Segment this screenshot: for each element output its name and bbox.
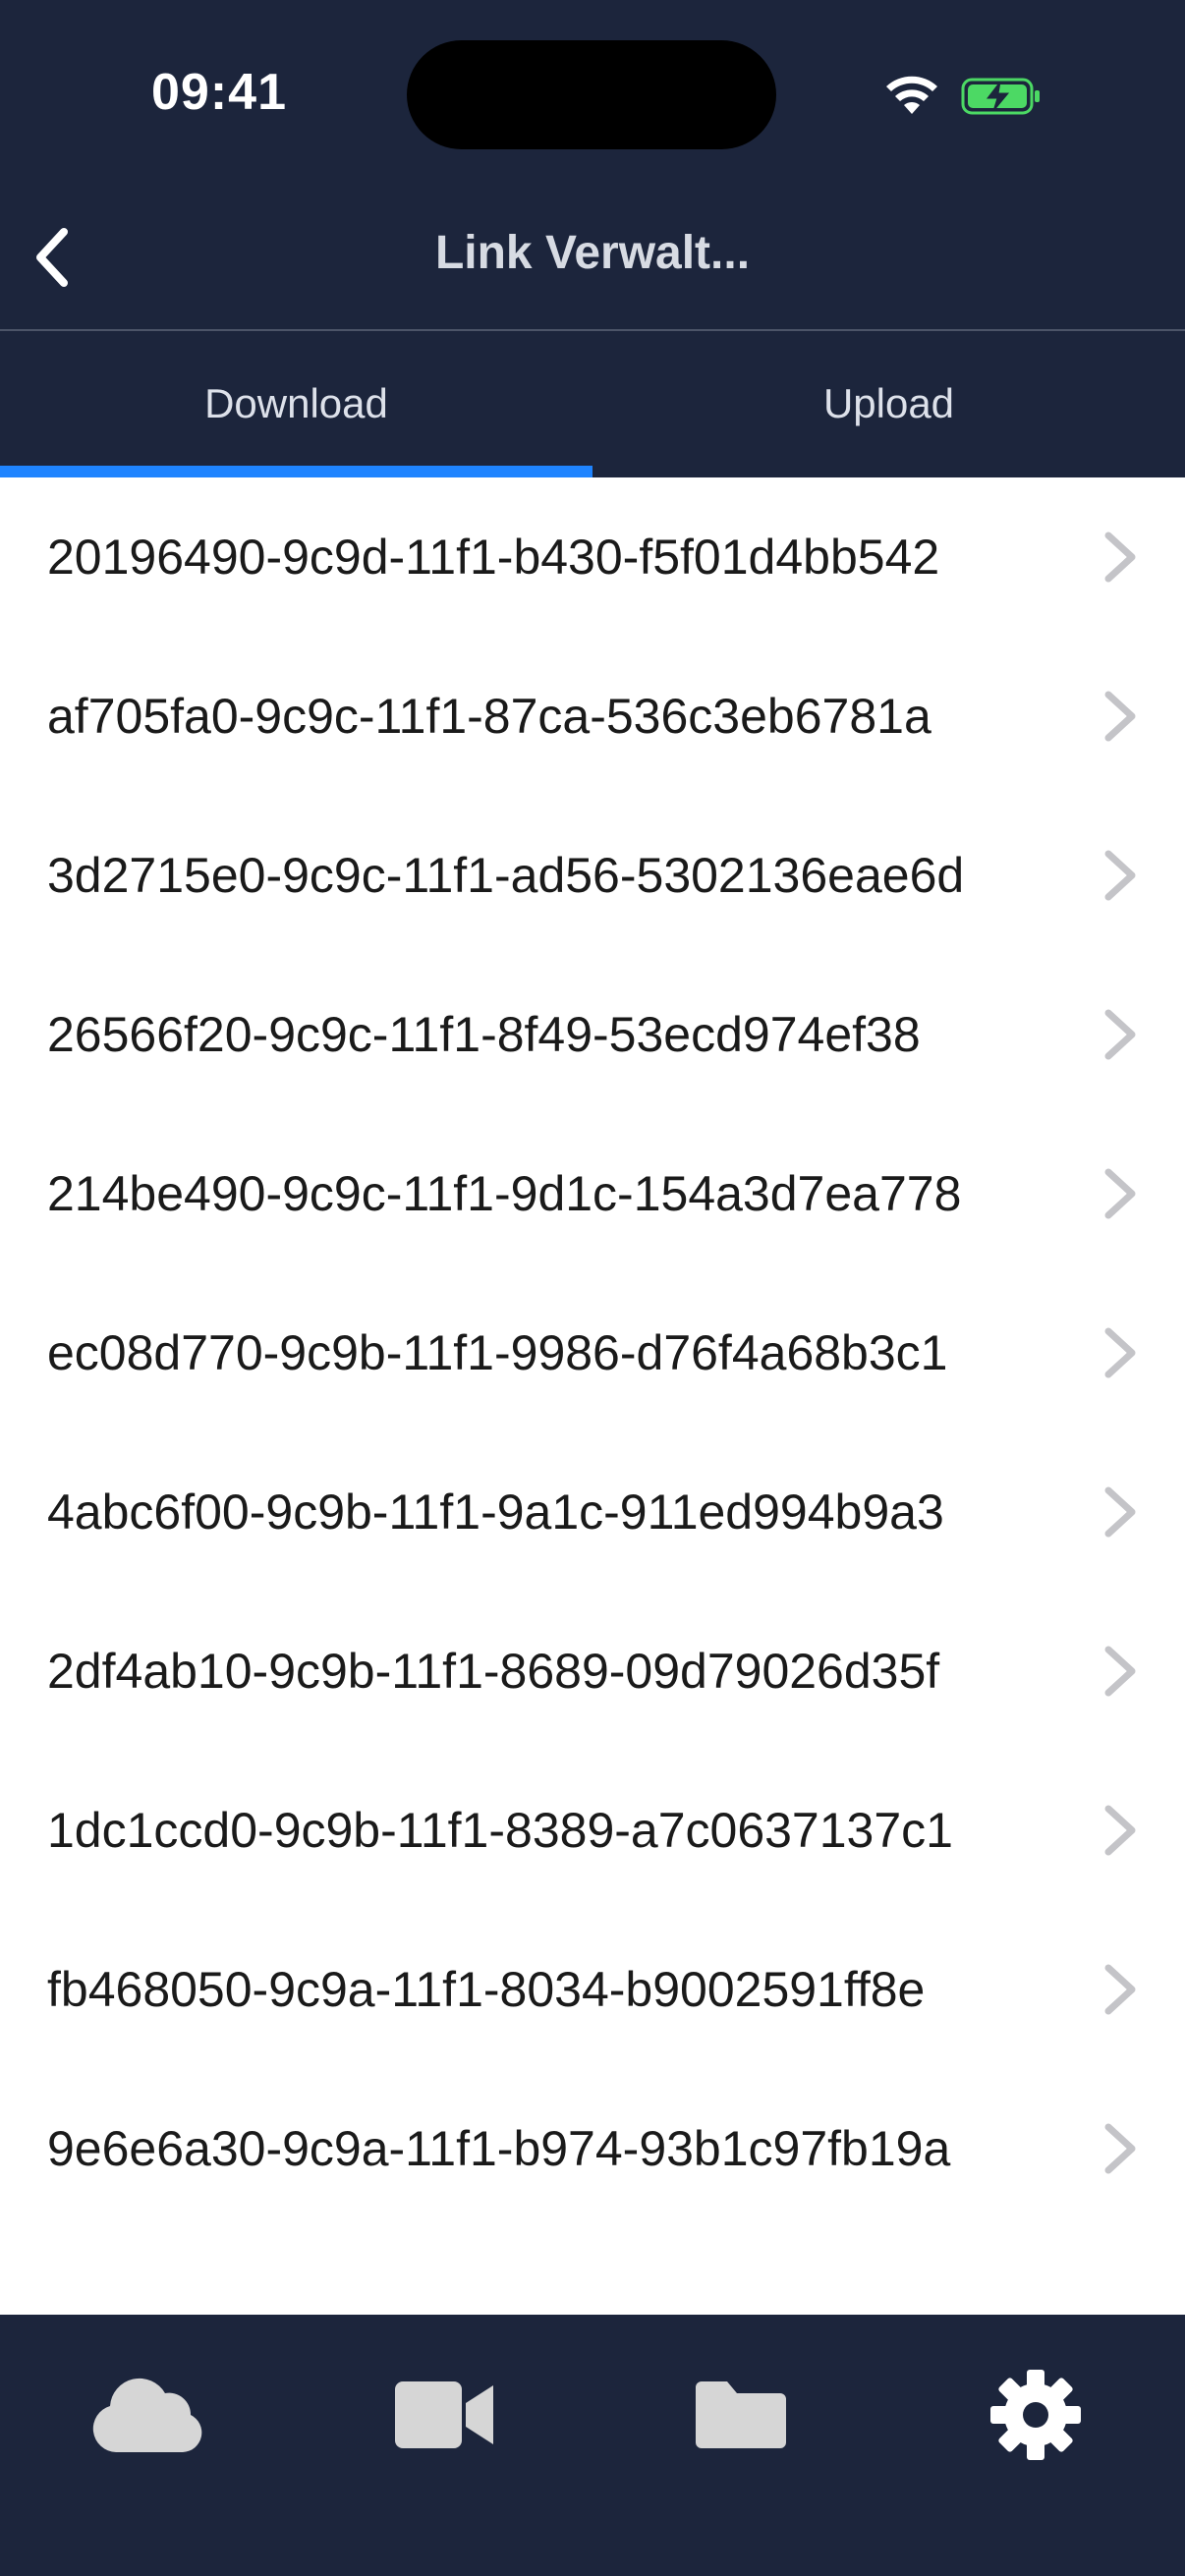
page-title: Link Verwalt...: [434, 227, 751, 279]
tab-upload[interactable]: Upload: [592, 330, 1185, 477]
chevron-right-icon: [1104, 1486, 1136, 1538]
link-id: fb468050-9c9a-11f1-8034-b9002591ff8e: [47, 1962, 926, 2017]
video-camera-icon: [395, 2381, 493, 2448]
list-item[interactable]: 9e6e6a30-9c9a-11f1-b974-93b1c97fb19a: [0, 2069, 1185, 2228]
link-id: ec08d770-9c9b-11f1-9986-d76f4a68b3c1: [47, 1325, 948, 1380]
link-list: 20196490-9c9d-11f1-b430-f5f01d4bb542 af7…: [0, 477, 1185, 2228]
tab-folder[interactable]: [682, 2356, 800, 2474]
tab-settings[interactable]: [977, 2356, 1095, 2474]
list-item[interactable]: fb468050-9c9a-11f1-8034-b9002591ff8e: [0, 1910, 1185, 2069]
list-item[interactable]: 214be490-9c9c-11f1-9d1c-154a3d7ea778: [0, 1114, 1185, 1273]
folder-icon: [696, 2381, 786, 2448]
link-id: 20196490-9c9d-11f1-b430-f5f01d4bb542: [47, 530, 940, 585]
link-id: 26566f20-9c9c-11f1-8f49-53ecd974ef38: [47, 1007, 921, 1062]
chevron-right-icon: [1104, 2123, 1136, 2174]
list-item[interactable]: ec08d770-9c9b-11f1-9986-d76f4a68b3c1: [0, 1273, 1185, 1432]
list-item[interactable]: 1dc1ccd0-9c9b-11f1-8389-a7c0637137c1: [0, 1751, 1185, 1910]
tab-cloud[interactable]: [88, 2356, 206, 2474]
chevron-right-icon: [1104, 1646, 1136, 1697]
list-item[interactable]: 26566f20-9c9c-11f1-8f49-53ecd974ef38: [0, 955, 1185, 1114]
chevron-right-icon: [1104, 1168, 1136, 1219]
list-item[interactable]: af705fa0-9c9c-11f1-87ca-536c3eb6781a: [0, 637, 1185, 796]
chevron-right-icon: [1104, 532, 1136, 583]
list-item[interactable]: 2df4ab10-9c9b-11f1-8689-09d79026d35f: [0, 1592, 1185, 1751]
battery-charging-icon: [961, 78, 1040, 115]
link-id: 4abc6f00-9c9b-11f1-9a1c-911ed994b9a3: [47, 1484, 944, 1540]
status-bar: 09:41: [0, 0, 1185, 196]
chevron-right-icon: [1104, 1327, 1136, 1378]
chevron-right-icon: [1104, 850, 1136, 901]
link-id: 1dc1ccd0-9c9b-11f1-8389-a7c0637137c1: [47, 1803, 953, 1858]
gear-icon: [990, 2370, 1081, 2460]
tab-download-label: Download: [204, 380, 388, 426]
link-id: 3d2715e0-9c9c-11f1-ad56-5302136eae6d: [47, 848, 965, 903]
chevron-right-icon: [1104, 1009, 1136, 1060]
link-id: 9e6e6a30-9c9a-11f1-b974-93b1c97fb19a: [47, 2121, 951, 2176]
top-bar: 09:41 Link Verwalt... Download Upload: [0, 0, 1185, 477]
list-item[interactable]: 20196490-9c9d-11f1-b430-f5f01d4bb542: [0, 477, 1185, 637]
tab-download[interactable]: Download: [0, 330, 592, 477]
link-id: 2df4ab10-9c9b-11f1-8689-09d79026d35f: [47, 1644, 940, 1699]
list-item[interactable]: 4abc6f00-9c9b-11f1-9a1c-911ed994b9a3: [0, 1432, 1185, 1592]
dynamic-island: [407, 40, 776, 149]
link-id: af705fa0-9c9c-11f1-87ca-536c3eb6781a: [47, 689, 931, 744]
tab-upload-label: Upload: [822, 380, 955, 426]
list-item[interactable]: 3d2715e0-9c9c-11f1-ad56-5302136eae6d: [0, 796, 1185, 955]
wifi-icon: [886, 76, 937, 114]
tab-video[interactable]: [385, 2356, 503, 2474]
bottom-tab-bar: [0, 2315, 1185, 2576]
chevron-right-icon: [1104, 1964, 1136, 2015]
chevron-right-icon: [1104, 1805, 1136, 1856]
chevron-right-icon: [1104, 691, 1136, 742]
status-time: 09:41: [151, 64, 287, 121]
cloud-icon: [92, 2378, 202, 2452]
link-id: 214be490-9c9c-11f1-9d1c-154a3d7ea778: [47, 1166, 962, 1221]
tab-selected-indicator: [0, 466, 592, 477]
